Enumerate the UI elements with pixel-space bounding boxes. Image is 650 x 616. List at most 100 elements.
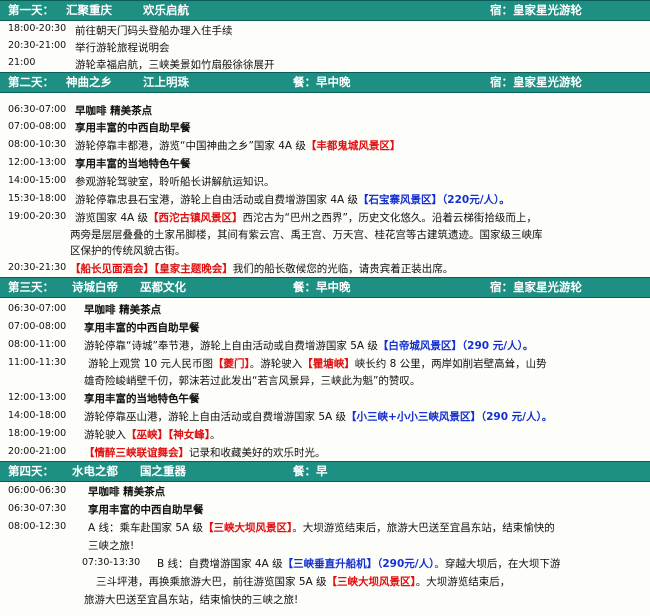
day-header: 第二天： 神曲之乡 江上明珠 餐：早中晚 宿：皇家星光游轮 (0, 72, 650, 93)
day-header: 第一天： 汇聚重庆 欢乐启航 宿：皇家星光游轮 (0, 0, 650, 21)
row-time: 07:00-08:00 (8, 121, 67, 132)
row-text: 前往朝天门码头登船办理入住手续 (75, 25, 233, 37)
row-text: 【船长见面酒会】【皇家主题晚会】我们的船长敬候您的光临，请贵宾着正装出席。 (70, 263, 454, 275)
row-text-line: 雄奇险峻峭壁千仞，郭沫若过此发出“若言风景异，三峡此为魁”的赞叹。 (84, 375, 421, 387)
schedule-row: 19:00-20:30 游览国家 4A 级【西沱古镇风景区】西沱古为“巴州之西界… (0, 208, 650, 259)
row-time: 08:00-12:30 (8, 521, 67, 532)
schedule-row: 06:30-07:00 早咖啡 精美茶点 (0, 101, 650, 118)
row-text: 早咖啡 精美茶点 (88, 486, 166, 498)
price: （290元/人） (377, 558, 435, 570)
row-text: 早咖啡 精美茶点 (84, 304, 162, 316)
scenic-spot: 【西沱古镇风景区】 (148, 212, 243, 224)
row-text-line: 旅游大巴送至宜昌东站，结束愉快的三峡之旅! (84, 594, 299, 606)
row-text: 游轮停靠巫山港，游轮上自由活动或自费增游国家 5A 级【小三峡+小小三峡风景区】… (84, 411, 553, 423)
price: （290 元/人）。 (480, 411, 553, 423)
day-stay: 宿：皇家星光游轮 (490, 75, 582, 89)
price: （290 元/人）。 (461, 340, 534, 352)
scenic-spot: 【夔门】 (213, 358, 250, 370)
row-time: 14:00-18:00 (8, 410, 67, 421)
day-header: 第四天： 水电之都 国之重器 餐：早 (0, 461, 650, 482)
event: 【皇家主题晚会】 (154, 263, 233, 275)
row-time: 06:30-07:00 (8, 104, 67, 115)
scenic-spot: 【三峡垂直升船机】 (282, 558, 378, 570)
day-meal: 餐：早 (293, 464, 328, 478)
day-title-2: 国之重器 (140, 464, 186, 478)
schedule-row: 08:00-10:30 游轮停靠丰都港，游览“中国神曲之乡”国家 4A 级【丰都… (0, 136, 650, 154)
scenic-spot: 【三峡大坝风景区】 (203, 522, 293, 534)
schedule-row: 12:00-13:00 享用丰富的当地特色午餐 (0, 154, 650, 172)
schedule-row: 07:00-08:00 享用丰富的中西自助早餐 (0, 318, 650, 336)
day-label: 第二天： (8, 75, 54, 89)
row-text: 享用丰富的当地特色午餐 (84, 393, 200, 405)
row-text-line: 区保护的传统风貌古街。 (70, 245, 186, 257)
row-time: 21:00 (8, 57, 36, 68)
schedule-row: 15:30-18:00 游轮停靠忠县石宝港，游轮上自由活动或自费增游国家 4A … (0, 190, 650, 208)
scenic-spot: 【三峡大坝风景区】 (326, 576, 416, 588)
schedule-row: 07:00-08:00 享用丰富的中西自助早餐 (0, 118, 650, 136)
row-text: 游轮幸福启航，三峡美景如竹扇般徐徐展开 (75, 59, 275, 71)
row-time: 20:30-21:00 (8, 40, 67, 51)
schedule-row: 06:30-07:30 享用丰富的中西自助早餐 (0, 500, 650, 518)
row-text: 享用丰富的当地特色午餐 (75, 158, 191, 170)
schedule-row: 07:30-13:30 B 线：自费增游国家 4A 级【三峡垂直升船机】（290… (0, 554, 650, 608)
row-time: 20:30-21:30 (8, 262, 67, 273)
row-text: 【情醉三峡联谊舞会】记录和收藏美好的欢乐时光。 (84, 447, 326, 459)
row-text: 早咖啡 精美茶点 (75, 105, 153, 117)
row-text: 举行游轮旅程说明会 (75, 42, 170, 54)
scenic-spot: 【瞿塘峡】 (302, 358, 355, 370)
schedule-row: 20:30-21:30 【船长见面酒会】【皇家主题晚会】我们的船长敬候您的光临，… (0, 259, 650, 277)
day-title-1: 诗城白帝 (72, 280, 118, 294)
row-time: 12:00-13:00 (8, 392, 67, 403)
row-time: 11:00-11:30 (8, 357, 67, 368)
schedule-row: 21:00 游轮幸福启航，三峡美景如竹扇般徐徐展开 (0, 55, 650, 72)
row-time: 06:00-06:30 (8, 485, 67, 496)
day-title-1: 神曲之乡 (66, 75, 112, 89)
scenic-spot: 【小三峡+小小三峡风景区】 (346, 411, 481, 423)
schedule-row: 06:00-06:30 早咖啡 精美茶点 (0, 482, 650, 500)
schedule-row: 08:00-11:00 游轮停靠“诗城”奉节港，游轮上自由活动或自费增游国家 5… (0, 336, 650, 354)
day-title-2: 江上明珠 (143, 75, 189, 89)
row-text-line: 三峡之旅! (88, 540, 135, 552)
schedule-row: 20:30-21:00 举行游轮旅程说明会 (0, 38, 650, 55)
row-time: 18:00-20:30 (8, 23, 67, 34)
row-time: 06:30-07:00 (8, 303, 67, 314)
row-text: 享用丰富的中西自助早餐 (88, 504, 204, 516)
itinerary: 第一天： 汇聚重庆 欢乐启航 宿：皇家星光游轮 18:00-20:30 前往朝天… (0, 0, 650, 608)
event: 【船长见面酒会】 (70, 263, 154, 275)
schedule-row: 08:00-12:30 A 线：乘车赴国家 5A 级【三峡大坝风景区】。大坝游览… (0, 518, 650, 554)
row-time: 15:30-18:00 (8, 193, 67, 204)
day-label: 第一天： (8, 3, 54, 17)
scenic-spot: 【神女峰】 (168, 429, 210, 441)
day-title-1: 汇聚重庆 (66, 3, 112, 17)
day-header: 第三天： 诗城白帝 巫都文化 餐：早中晚 宿：皇家星光游轮 (0, 277, 650, 298)
day-title-2: 欢乐启航 (143, 3, 189, 17)
row-text: 游轮驶入【巫峡】【神女峰】。 (84, 429, 221, 441)
scenic-spot: 【石宝寨风景区】 (358, 194, 443, 206)
row-time: 06:30-07:30 (8, 503, 67, 514)
day-title-2: 巫都文化 (140, 280, 186, 294)
day-title-1: 水电之都 (72, 464, 118, 478)
row-text: 游轮停靠忠县石宝港，游轮上自由活动或自费增游国家 4A 级【石宝寨风景区】（22… (75, 194, 510, 206)
row-time: 07:00-08:00 (8, 321, 67, 332)
schedule-row: 14:00-15:00 参观游轮驾驶室，聆听船长讲解航运知识。 (0, 172, 650, 190)
day-meal: 餐：早中晚 (293, 280, 351, 294)
event: 【情醉三峡联谊舞会】 (84, 447, 189, 459)
schedule-row: 18:00-19:00 游轮驶入【巫峡】【神女峰】。 (0, 425, 650, 443)
schedule-row: 14:00-18:00 游轮停靠巫山港，游轮上自由活动或自费增游国家 5A 级【… (0, 407, 650, 425)
schedule-row: 12:00-13:00 享用丰富的当地特色午餐 (0, 389, 650, 407)
scenic-spot: 【丰都鬼城风景区】 (305, 140, 401, 152)
schedule-row: 20:00-21:00 【情醉三峡联谊舞会】记录和收藏美好的欢乐时光。 (0, 443, 650, 461)
scenic-spot: 【巫峡】 (126, 429, 168, 441)
row-text: 享用丰富的中西自助早餐 (75, 122, 191, 134)
day-stay: 宿：皇家星光游轮 (490, 3, 582, 17)
row-text: 游轮停靠丰都港，游览“中国神曲之乡”国家 4A 级【丰都鬼城风景区】 (75, 140, 401, 152)
row-time: 14:00-15:00 (8, 175, 67, 186)
row-time: 07:30-13:30 (82, 557, 141, 568)
day-label: 第三天： (8, 280, 54, 294)
row-time: 19:00-20:30 (8, 211, 67, 222)
scenic-spot: 【白帝城风景区】 (377, 340, 462, 352)
day-meal: 餐：早中晚 (293, 75, 351, 89)
schedule-row: 11:00-11:30 游轮上观赏 10 元人民币图【夔门】。游轮驶入【瞿塘峡】… (0, 354, 650, 389)
row-time: 18:00-19:00 (8, 428, 67, 439)
row-time: 20:00-21:00 (8, 446, 67, 457)
